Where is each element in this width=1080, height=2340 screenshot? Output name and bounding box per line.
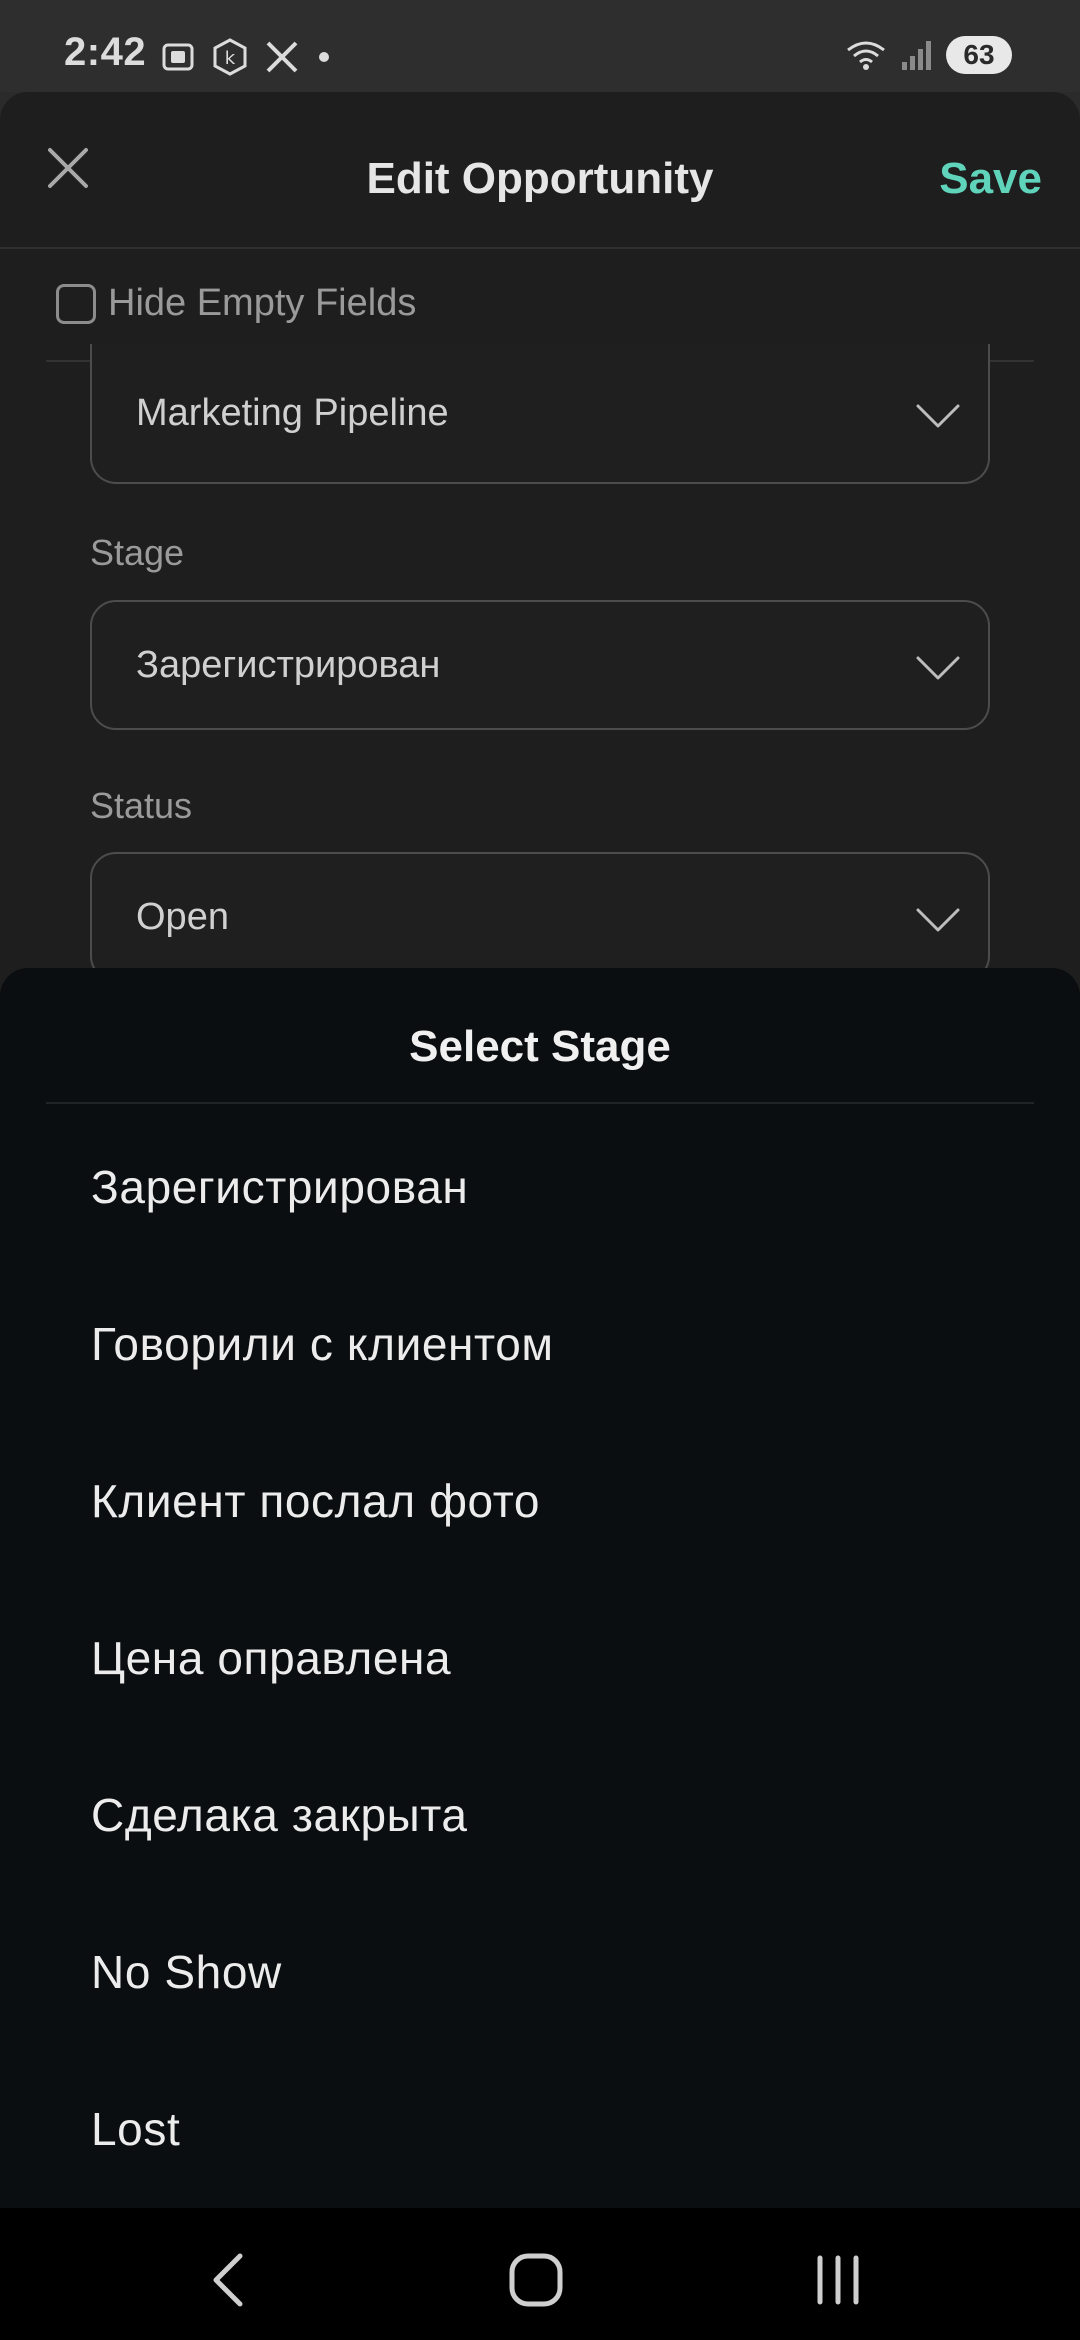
select-stage-sheet: Select Stage Зарегистрирован Говорили с … [0, 968, 1080, 2208]
chevron-down-icon [916, 656, 960, 680]
k-badge-icon: k [213, 38, 247, 76]
status-label: Status [90, 785, 193, 826]
system-icons: 63 [844, 36, 1012, 74]
back-icon[interactable] [200, 2248, 264, 2312]
dot-icon [319, 52, 329, 62]
recents-icon[interactable] [806, 2248, 870, 2312]
status-select[interactable]: Open [90, 852, 990, 982]
home-icon[interactable] [504, 2248, 568, 2312]
edit-header: Edit Opportunity Save [0, 92, 1080, 249]
stage-label: Stage [90, 532, 185, 573]
battery-indicator: 63 [946, 36, 1012, 74]
chevron-down-icon [916, 404, 960, 428]
status-bar: 2:42 k 63 [0, 0, 1080, 92]
wifi-icon [847, 41, 885, 70]
stage-option[interactable]: Клиент послал фото [0, 1422, 1080, 1579]
status-time: 2:42 [64, 30, 147, 74]
stage-select[interactable]: Зарегистрирован [90, 600, 990, 730]
divider [46, 1102, 1034, 1104]
hide-empty-label: Hide Empty Fields [108, 282, 417, 324]
system-nav-bar [0, 2208, 1080, 2340]
picker-title: Select Stage [409, 1022, 671, 1071]
screen: 2:42 k 63 Edit Opportunity Save Hide Emp… [0, 0, 1080, 2340]
pipeline-value: Marketing Pipeline [136, 392, 449, 434]
stage-option[interactable]: Говорили с клиентом [0, 1265, 1080, 1422]
screenshot-icon [162, 43, 194, 71]
hide-empty-fields-toggle[interactable]: Hide Empty Fields [56, 282, 416, 325]
x-logo-icon [266, 41, 298, 73]
notification-icons: k [160, 38, 332, 76]
page-title: Edit Opportunity [366, 154, 714, 203]
stage-option[interactable]: Сделака закрыта [0, 1736, 1080, 1893]
status-value: Open [136, 896, 229, 938]
stage-option[interactable]: Зарегистрирован [0, 1108, 1080, 1265]
svg-text:k: k [225, 48, 236, 69]
chevron-down-icon [916, 908, 960, 932]
stage-option[interactable]: No Show [0, 1893, 1080, 2050]
stage-value: Зарегистрирован [136, 644, 441, 686]
hide-empty-checkbox[interactable] [56, 283, 96, 324]
pipeline-select[interactable]: Marketing Pipeline [90, 344, 990, 484]
stage-list: Зарегистрирован Говорили с клиентом Клие… [0, 1108, 1080, 2207]
stage-option[interactable]: Цена оправлена [0, 1579, 1080, 1736]
signal-icon [902, 41, 931, 70]
save-button[interactable]: Save [939, 154, 1042, 204]
stage-option[interactable]: Lost [0, 2050, 1080, 2207]
